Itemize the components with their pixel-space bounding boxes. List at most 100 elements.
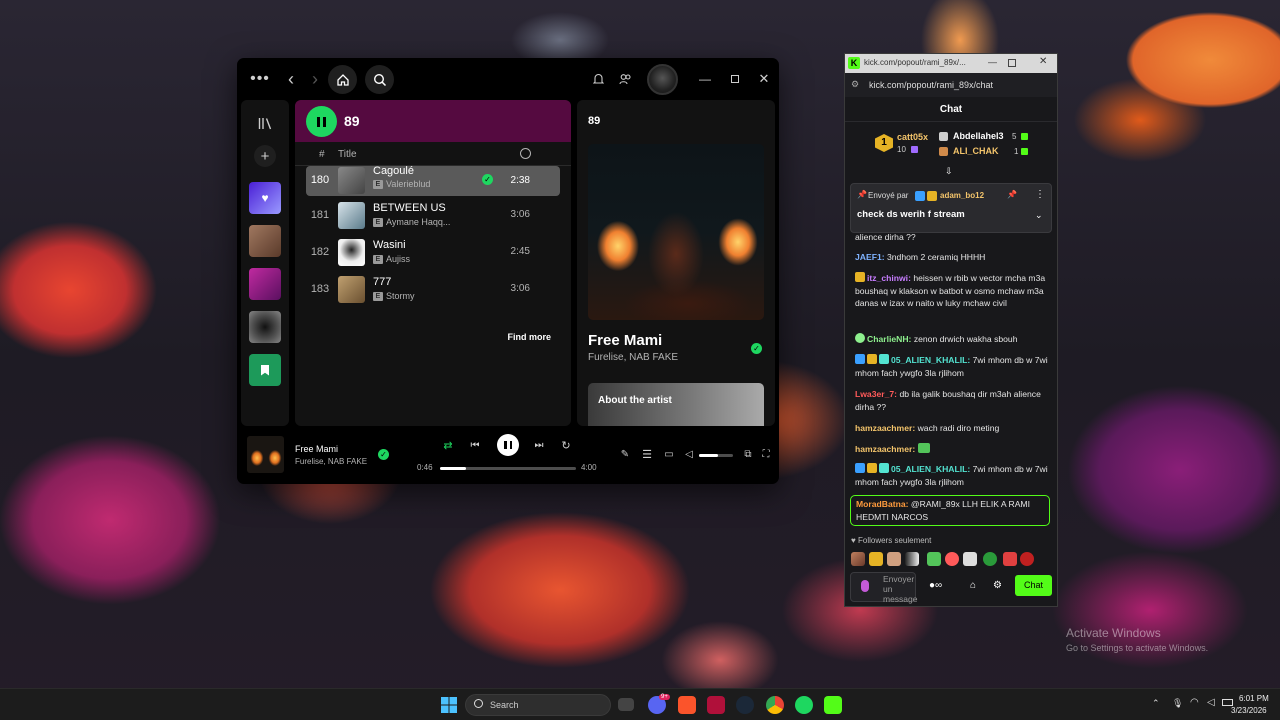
player-song[interactable]: Free Mami bbox=[295, 444, 338, 454]
notifications-icon[interactable] bbox=[590, 71, 606, 87]
player-artists[interactable]: Furelise, NAB FAKE bbox=[295, 457, 367, 466]
unpin-icon[interactable]: 📌 bbox=[1007, 190, 1017, 199]
second-gifter-count: 5 bbox=[1012, 132, 1017, 141]
volume-tray-icon[interactable]: ◁ bbox=[1207, 697, 1215, 708]
create-playlist-icon[interactable]: + bbox=[254, 145, 276, 167]
track-row[interactable]: 183 777 E Stormy 3:06 bbox=[306, 274, 560, 304]
fullscreen-icon[interactable]: ⛶ bbox=[759, 447, 773, 461]
task-view-icon[interactable] bbox=[618, 698, 634, 711]
connect-device-icon[interactable]: ▭ bbox=[662, 447, 676, 461]
about-artist-card[interactable]: About the artist bbox=[588, 383, 764, 426]
second-gifter-name[interactable]: Abdellahel3 bbox=[953, 131, 1004, 141]
emote-icon[interactable] bbox=[1003, 552, 1017, 566]
minimize-icon[interactable]: — bbox=[988, 57, 997, 67]
emote-icon[interactable] bbox=[927, 552, 941, 566]
playlist-cover[interactable] bbox=[249, 311, 281, 343]
volume-icon[interactable]: ◁ bbox=[683, 447, 695, 461]
now-playing-heading: 89 bbox=[588, 115, 601, 127]
followers-only-notice: ♥ Followers seulement bbox=[851, 536, 932, 545]
microphone-tray-icon[interactable]: 🎙 bbox=[1172, 698, 1183, 709]
liked-songs-cover[interactable]: ♥ bbox=[249, 182, 281, 214]
more-options-icon[interactable]: ••• bbox=[249, 70, 271, 88]
next-icon[interactable]: ⏭ bbox=[532, 438, 546, 452]
miniplayer-icon[interactable]: ⧉ bbox=[741, 447, 755, 461]
store-icon[interactable]: ⌂ bbox=[970, 580, 976, 591]
playlist-cover[interactable] bbox=[249, 225, 281, 257]
emote-icon[interactable] bbox=[1020, 552, 1034, 566]
top-gifter-name[interactable]: catt05x bbox=[897, 132, 928, 142]
emote-icon[interactable] bbox=[869, 552, 883, 566]
playlist-cover[interactable] bbox=[249, 354, 281, 386]
now-playing-song[interactable]: Free Mami bbox=[588, 332, 662, 349]
start-icon[interactable] bbox=[440, 696, 458, 714]
queue-icon[interactable]: ☰ bbox=[640, 447, 654, 461]
playlist-cover[interactable] bbox=[249, 268, 281, 300]
repeat-icon[interactable]: ↻ bbox=[559, 438, 573, 452]
pinned-message[interactable]: 📌 Envoyé par adam_bo12 📌 ⋮ check ds weri… bbox=[850, 183, 1052, 233]
back-icon[interactable]: ‹ bbox=[283, 69, 299, 89]
shuffle-icon[interactable]: ⇄ bbox=[441, 438, 455, 452]
address-bar[interactable]: ⚙ kick.com/popout/rami_89x/chat bbox=[845, 73, 1057, 97]
rank-badge: 1 bbox=[875, 134, 893, 152]
track-row[interactable]: 180 Cagoulé E Valerieblud ✓ 2:38 bbox=[306, 165, 560, 196]
spotify-icon[interactable] bbox=[795, 696, 813, 714]
steam-icon[interactable] bbox=[736, 696, 754, 714]
pinned-user[interactable]: adam_bo12 bbox=[940, 191, 984, 200]
progress-bar[interactable] bbox=[440, 467, 576, 470]
minimize-icon[interactable]: — bbox=[697, 71, 713, 87]
collapse-icon[interactable]: ⇩ bbox=[945, 166, 953, 177]
player-cover[interactable] bbox=[247, 436, 284, 473]
now-playing-artists[interactable]: Furelise, NAB FAKE bbox=[588, 352, 678, 363]
maximize-icon[interactable] bbox=[727, 71, 743, 87]
search-button[interactable] bbox=[365, 65, 394, 94]
maximize-icon[interactable] bbox=[1008, 59, 1016, 67]
site-settings-icon[interactable]: ⚙ bbox=[851, 79, 859, 90]
clock-time[interactable]: 6:01 PM bbox=[1239, 694, 1269, 703]
expand-icon[interactable]: ⌄ bbox=[1035, 210, 1043, 221]
track-duration: 3:06 bbox=[510, 283, 530, 294]
previous-icon[interactable]: ⏮ bbox=[468, 438, 482, 452]
emote-icon[interactable] bbox=[945, 552, 959, 566]
clock-date[interactable]: 3/23/2026 bbox=[1231, 706, 1267, 715]
taskbar-search[interactable]: Search bbox=[465, 694, 611, 716]
brave-icon[interactable] bbox=[678, 696, 696, 714]
saved-check-icon[interactable]: ✓ bbox=[378, 449, 389, 460]
tray-overflow-icon[interactable]: ⌃ bbox=[1152, 698, 1160, 709]
track-row[interactable]: 181 BETWEEN US E Aymane Haqq... 3:06 bbox=[306, 200, 560, 230]
kick-icon[interactable] bbox=[824, 696, 842, 714]
third-gifter-count: 1 bbox=[1014, 147, 1019, 156]
microphone-icon[interactable] bbox=[861, 580, 869, 592]
close-icon[interactable]: ✕ bbox=[1039, 56, 1047, 67]
close-icon[interactable]: ✕ bbox=[756, 71, 772, 87]
avatar[interactable] bbox=[647, 64, 678, 95]
emote-icon[interactable] bbox=[851, 552, 865, 566]
find-more-link[interactable]: Find more bbox=[507, 332, 551, 342]
wifi-icon[interactable]: ◠ bbox=[1190, 697, 1199, 708]
send-chat-button[interactable]: Chat bbox=[1015, 575, 1052, 596]
forward-icon[interactable]: › bbox=[307, 69, 323, 89]
track-row[interactable]: 182 Wasini E Aujiss 2:45 bbox=[306, 237, 560, 267]
emote-icon[interactable] bbox=[887, 552, 901, 566]
emote-picker-icon[interactable]: ●∞ bbox=[929, 580, 942, 591]
duration-clock-icon bbox=[520, 148, 531, 159]
saved-check-icon[interactable]: ✓ bbox=[482, 174, 493, 185]
settings-icon[interactable]: ⚙ bbox=[993, 580, 1002, 591]
friend-activity-icon[interactable] bbox=[617, 71, 633, 87]
third-gifter-name[interactable]: ALI_CHAK bbox=[953, 146, 999, 156]
lyrics-icon[interactable]: ✎ bbox=[618, 447, 632, 461]
emote-icon[interactable] bbox=[983, 552, 997, 566]
volume-slider[interactable] bbox=[699, 454, 733, 457]
more-icon[interactable]: ⋮ bbox=[1035, 189, 1045, 200]
message-input[interactable]: Envoyer un message bbox=[850, 572, 918, 604]
track-duration: 2:45 bbox=[510, 246, 530, 257]
home-button[interactable] bbox=[328, 65, 357, 94]
battery-icon[interactable] bbox=[1222, 699, 1233, 706]
pause-button[interactable] bbox=[306, 106, 337, 137]
emote-icon[interactable] bbox=[905, 552, 919, 566]
library-icon[interactable] bbox=[255, 115, 275, 131]
play-pause-button[interactable] bbox=[497, 434, 519, 456]
chrome-icon[interactable] bbox=[766, 696, 784, 714]
emote-icon[interactable] bbox=[963, 552, 977, 566]
saved-check-icon[interactable]: ✓ bbox=[751, 343, 762, 354]
app-icon[interactable] bbox=[707, 696, 725, 714]
